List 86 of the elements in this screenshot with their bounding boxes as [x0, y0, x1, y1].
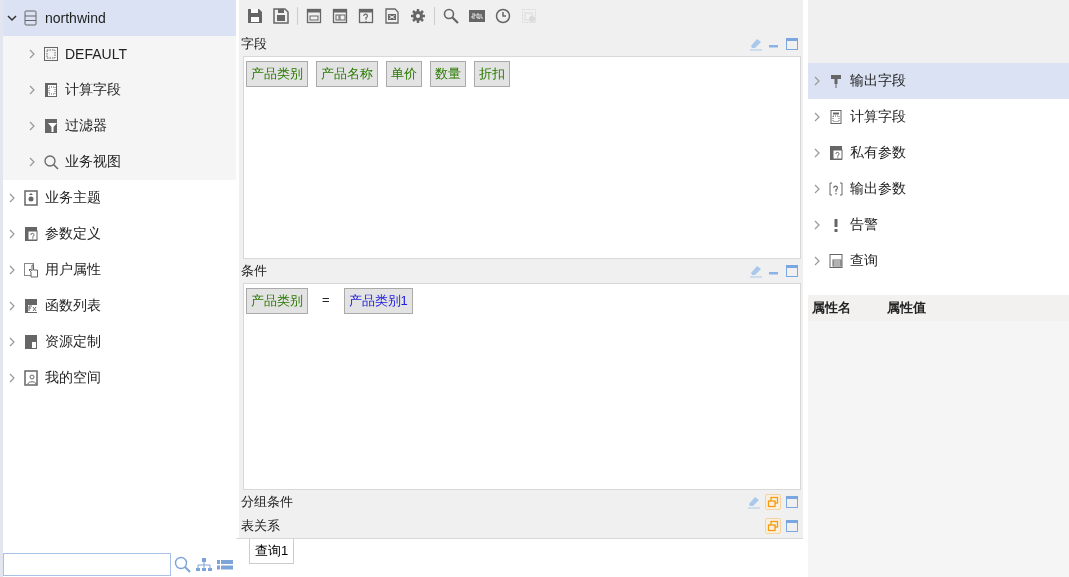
export-button[interactable]	[382, 6, 402, 26]
outline-item[interactable]: 计算字段	[808, 99, 1069, 135]
function-icon	[23, 298, 39, 314]
panel-title: 表关系	[241, 517, 281, 535]
panel-title: 条件	[241, 262, 268, 280]
user-icon	[23, 370, 39, 386]
chevron-right-icon[interactable]	[812, 256, 822, 266]
chevron-right-icon[interactable]	[7, 301, 17, 311]
eraser-icon[interactable]	[747, 495, 761, 509]
maximize-icon[interactable]	[785, 519, 799, 533]
chevron-right-icon[interactable]	[7, 337, 17, 347]
maximize-icon[interactable]	[785, 264, 799, 278]
chevron-right-icon[interactable]	[7, 265, 17, 275]
field-chip[interactable]: 折扣	[474, 61, 510, 87]
restore-button[interactable]	[765, 494, 781, 510]
tree-item[interactable]: 参数定义	[3, 216, 236, 252]
filter-icon	[43, 118, 59, 134]
operator: =	[321, 291, 331, 309]
eraser-icon[interactable]	[749, 37, 763, 51]
chevron-right-icon[interactable]	[812, 76, 822, 86]
tree-item[interactable]: 资源定制	[3, 324, 236, 360]
outline-item[interactable]: 输出参数	[808, 171, 1069, 207]
chevron-right-icon[interactable]	[27, 121, 37, 131]
hand-icon	[23, 262, 39, 278]
chevron-right-icon[interactable]	[27, 49, 37, 59]
tree-item[interactable]: 用户属性	[3, 252, 236, 288]
column-header: 属性名	[812, 299, 851, 317]
chevron-right-icon[interactable]	[812, 112, 822, 122]
portrait-icon	[23, 190, 39, 206]
chevron-right-icon[interactable]	[812, 184, 822, 194]
outline-item[interactable]: 告警	[808, 207, 1069, 243]
outline-item[interactable]: 输出字段	[808, 63, 1069, 99]
eraser-icon[interactable]	[749, 264, 763, 278]
panel-title: 字段	[241, 35, 268, 53]
maximize-icon[interactable]	[785, 495, 799, 509]
query-tab[interactable]: 查询1	[249, 539, 295, 564]
chevron-right-icon[interactable]	[7, 229, 17, 239]
chevron-right-icon[interactable]	[7, 193, 17, 203]
tree-item[interactable]: 业务视图	[3, 144, 236, 180]
maximize-icon[interactable]	[785, 37, 799, 51]
column-header: 属性值	[887, 299, 926, 317]
tree-item[interactable]: northwind	[3, 0, 236, 36]
panel-title: 分组条件	[241, 493, 294, 511]
restore-button[interactable]	[765, 518, 781, 534]
outline-item[interactable]: 私有参数	[808, 135, 1069, 171]
gear-button[interactable]	[408, 6, 428, 26]
tree-item[interactable]: 我的空间	[3, 360, 236, 396]
chevron-down-icon[interactable]	[7, 13, 17, 23]
help-doc-button[interactable]	[356, 6, 376, 26]
search-field[interactable]	[3, 553, 171, 576]
field-chip[interactable]: 单价	[386, 61, 422, 87]
tree-item[interactable]: 函数列表	[3, 288, 236, 324]
outline-item[interactable]: 查询	[808, 243, 1069, 279]
save-button[interactable]	[245, 6, 265, 26]
pin-icon	[828, 73, 844, 89]
document-icon	[23, 334, 39, 350]
chevron-right-icon[interactable]	[7, 373, 17, 383]
grid-icon	[43, 46, 59, 62]
question-doc-icon	[23, 226, 39, 242]
field-chip[interactable]: 产品类别	[246, 61, 308, 87]
tree-item[interactable]: 计算字段	[3, 72, 236, 108]
chevron-right-icon[interactable]	[27, 157, 37, 167]
tree-item[interactable]: 过滤器	[3, 108, 236, 144]
hierarchy-icon[interactable]	[195, 555, 213, 574]
table-button[interactable]	[330, 6, 350, 26]
layout-button[interactable]	[304, 6, 324, 26]
field-chip[interactable]: 产品名称	[316, 61, 378, 87]
clock-button[interactable]	[493, 6, 513, 26]
chevron-right-icon[interactable]	[812, 220, 822, 230]
calculator-icon	[828, 109, 844, 125]
bracket-question-icon	[828, 181, 844, 197]
database-icon	[23, 10, 39, 26]
save-as-button[interactable]	[271, 6, 291, 26]
field-chip[interactable]: 产品类别	[246, 288, 308, 314]
list-doc-icon	[828, 253, 844, 269]
search-icon[interactable]	[174, 555, 192, 574]
question-doc-icon	[828, 145, 844, 161]
search-button[interactable]	[441, 6, 461, 26]
chevron-right-icon[interactable]	[812, 148, 822, 158]
chevron-right-icon[interactable]	[27, 85, 37, 95]
tree-item[interactable]: 业务主题	[3, 180, 236, 216]
search-icon	[43, 154, 59, 170]
tree-item[interactable]: DEFAULT	[3, 36, 236, 72]
field-chip[interactable]: 数量	[430, 61, 466, 87]
parameter-chip[interactable]: 产品类别1	[343, 288, 413, 314]
calculator-icon	[43, 82, 59, 98]
